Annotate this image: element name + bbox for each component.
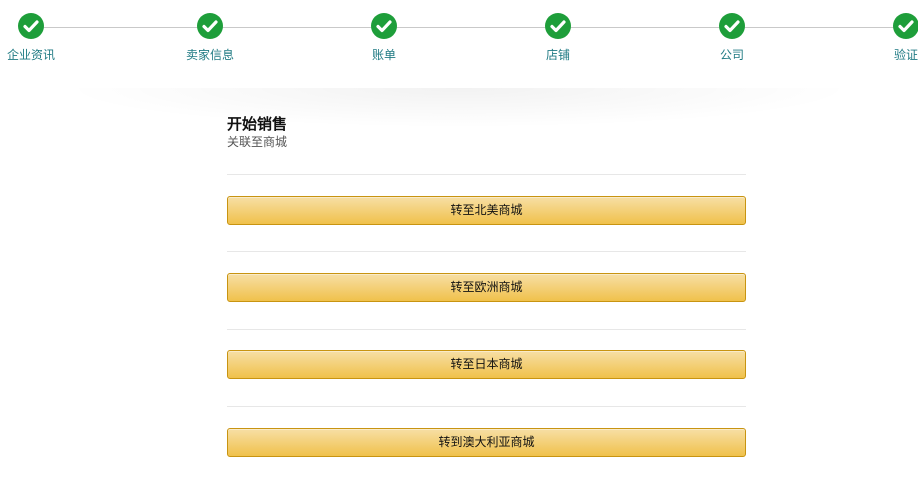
divider [227,174,746,175]
progress-stepper: 企业资讯 卖家信息 账单 店铺 公司 验证 [0,0,918,80]
check-icon [371,13,397,39]
step-label: 验证 [893,48,918,62]
step-label: 店铺 [545,48,570,62]
go-europe-marketplace-button[interactable]: 转至欧洲商城 [227,273,746,302]
page: 企业资讯 卖家信息 账单 店铺 公司 验证 开始销售 关联至商城 转至北美商城 … [0,0,918,480]
step-label: 公司 [719,48,744,62]
divider [227,329,746,330]
check-icon [18,13,44,39]
check-icon [719,13,745,39]
page-subtitle: 关联至商城 [227,135,288,149]
step-store[interactable]: 店铺 [513,13,603,63]
start-selling-header: 开始销售 关联至商城 [227,114,746,150]
step-label: 企业资讯 [6,48,55,62]
step-label: 卖家信息 [185,48,234,62]
check-icon [197,13,223,39]
page-title: 开始销售 [227,115,288,133]
step-verification[interactable]: 验证 [861,13,918,63]
step-company-info[interactable]: 企业资讯 [0,13,76,63]
step-company[interactable]: 公司 [687,13,777,63]
go-japan-marketplace-button[interactable]: 转至日本商城 [227,350,746,379]
go-australia-marketplace-button[interactable]: 转到澳大利亚商城 [227,428,746,457]
step-seller-info[interactable]: 卖家信息 [165,13,255,63]
step-label: 账单 [371,48,396,62]
step-billing[interactable]: 账单 [339,13,429,63]
divider [227,251,746,252]
check-icon [545,13,571,39]
check-icon [893,13,918,39]
go-north-america-marketplace-button[interactable]: 转至北美商城 [227,196,746,225]
divider [227,406,746,407]
